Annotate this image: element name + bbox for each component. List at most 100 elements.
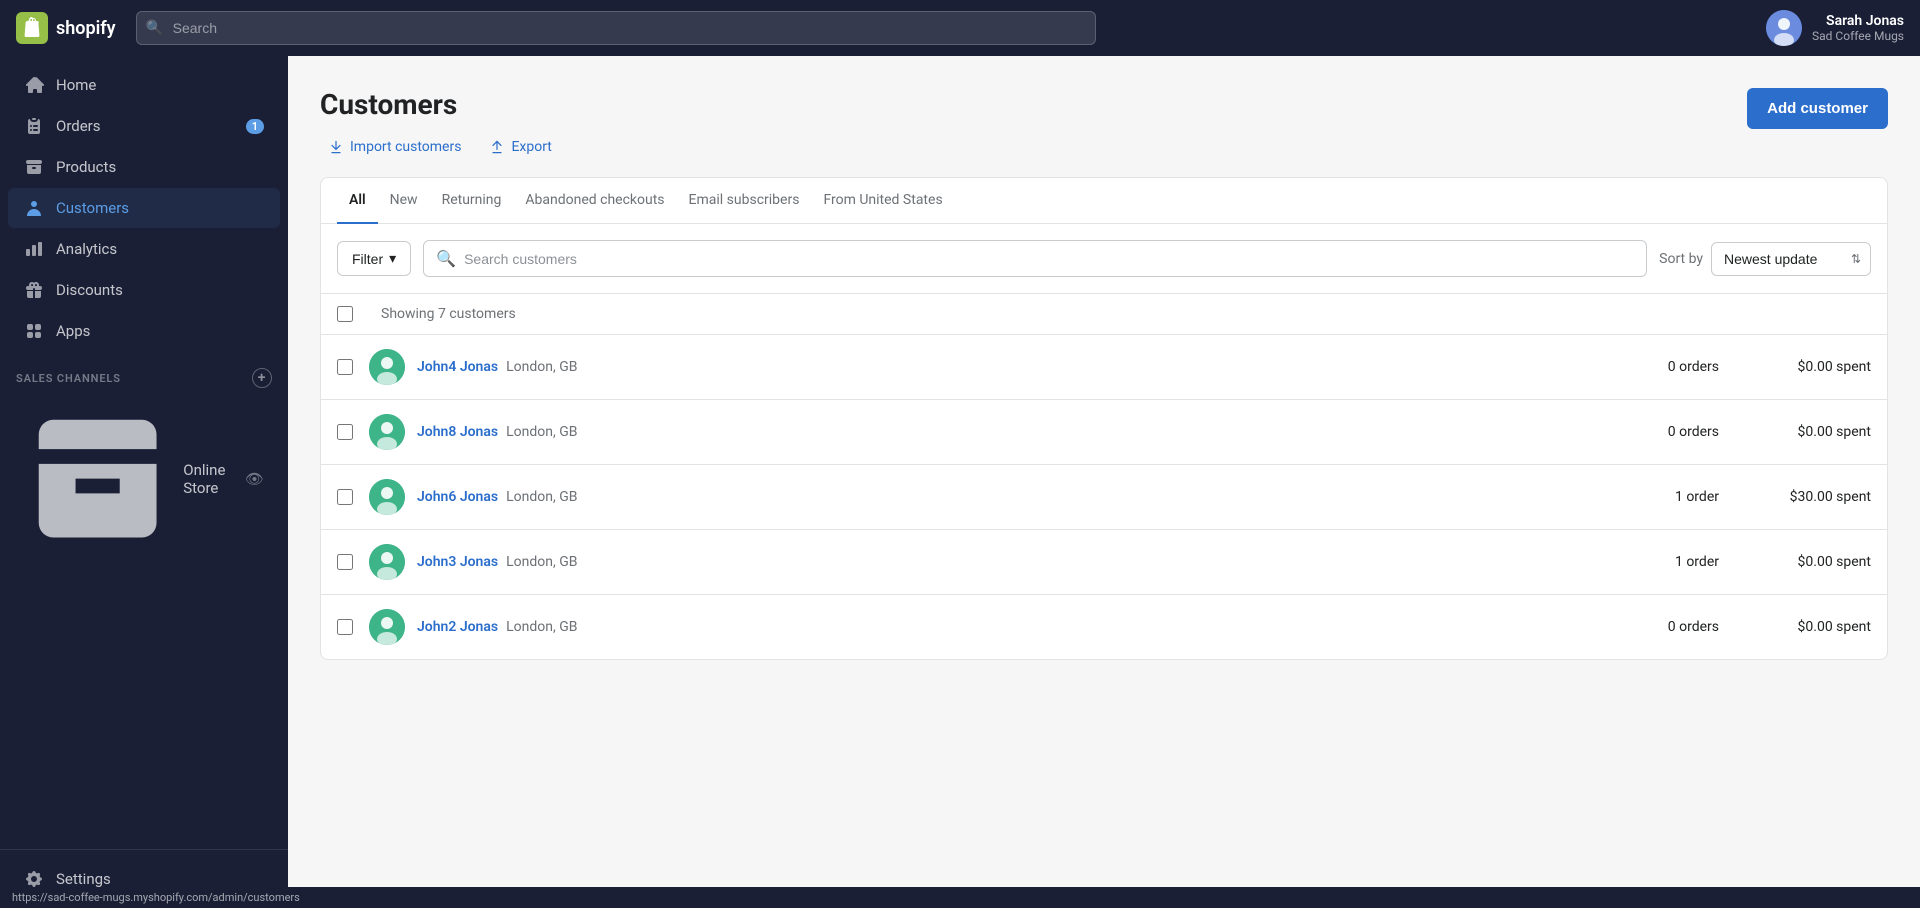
customer-avatar-john6	[369, 479, 405, 515]
customer-row-john2[interactable]: John2 Jonas London, GB 0 orders $0.00 sp…	[321, 594, 1887, 659]
sidebar-item-label-analytics: Analytics	[56, 240, 117, 258]
customer-orders-john8: 0 orders	[1631, 424, 1751, 440]
filter-label: Filter	[352, 251, 383, 267]
add-sales-channel-button[interactable]: +	[252, 368, 272, 388]
customer-avatar-john8	[369, 414, 405, 450]
page-title: Customers	[320, 88, 560, 121]
customer-name-john6: John6 Jonas	[417, 489, 498, 505]
avatar	[1766, 10, 1802, 46]
app-body: Home Orders 1 Products Customers Analyti…	[0, 56, 1920, 908]
sidebar-item-label-discounts: Discounts	[56, 281, 123, 299]
showing-count: Showing 7 customers	[381, 306, 516, 322]
sidebar-item-orders[interactable]: Orders 1	[8, 106, 280, 146]
apps-icon	[24, 321, 44, 341]
sidebar-item-customers[interactable]: Customers	[8, 188, 280, 228]
global-search-input[interactable]	[136, 11, 1096, 45]
customer-list: John4 Jonas London, GB 0 orders $0.00 sp…	[321, 334, 1887, 659]
tab-abandoned[interactable]: Abandoned checkouts	[513, 178, 676, 224]
export-icon	[489, 139, 505, 155]
settings-label: Settings	[56, 870, 111, 888]
customer-row-john3[interactable]: John3 Jonas London, GB 1 order $0.00 spe…	[321, 529, 1887, 594]
tab-all[interactable]: All	[337, 178, 378, 224]
customer-spent-john6: $30.00 spent	[1751, 489, 1871, 505]
customer-checkbox-john2[interactable]	[337, 619, 353, 635]
sidebar-item-online-store[interactable]: Online Store 👁	[8, 395, 280, 562]
customer-location-john2: London, GB	[506, 619, 577, 635]
top-nav: shopify 🔍 Sarah Jonas Sad Coffee Mugs	[0, 0, 1920, 56]
sidebar-item-discounts[interactable]: Discounts	[8, 270, 280, 310]
customer-spent-john2: $0.00 spent	[1751, 619, 1871, 635]
filter-row: Filter ▾ 🔍 Sort by Newest updateOldest u…	[321, 224, 1887, 294]
customer-spent-john8: $0.00 spent	[1751, 424, 1871, 440]
sort-select[interactable]: Newest updateOldest updateName A-ZName Z…	[1711, 242, 1871, 276]
page-header: Customers Import customers Export	[320, 88, 1888, 161]
customer-row-john6[interactable]: John6 Jonas London, GB 1 order $30.00 sp…	[321, 464, 1887, 529]
customer-checkbox-john3[interactable]	[337, 554, 353, 570]
status-bar: https://sad-coffee-mugs.myshopify.com/ad…	[0, 887, 1920, 908]
search-customers-input[interactable]	[464, 251, 1634, 267]
customer-checkbox-john6[interactable]	[337, 489, 353, 505]
sidebar-item-label-orders: Orders	[56, 117, 101, 135]
user-store: Sad Coffee Mugs	[1812, 29, 1904, 43]
tab-new[interactable]: New	[378, 178, 430, 224]
sidebar-item-products[interactable]: Products	[8, 147, 280, 187]
customer-orders-john2: 0 orders	[1631, 619, 1751, 635]
customer-orders-john3: 1 order	[1631, 554, 1751, 570]
sort-select-wrap: Newest updateOldest updateName A-ZName Z…	[1711, 242, 1871, 276]
logo-bag	[16, 12, 48, 44]
customer-checkbox-john8[interactable]	[337, 424, 353, 440]
customer-avatar-john2	[369, 609, 405, 645]
import-customers-link[interactable]: Import customers	[320, 133, 469, 161]
sidebar-item-apps[interactable]: Apps	[8, 311, 280, 351]
badge-orders: 1	[246, 119, 264, 134]
logo-text: shopify	[56, 18, 116, 39]
status-url: https://sad-coffee-mugs.myshopify.com/ad…	[12, 891, 300, 904]
sidebar-item-label-apps: Apps	[56, 322, 90, 340]
customer-name-john3: John3 Jonas	[417, 554, 498, 570]
customer-spent-john4: $0.00 spent	[1751, 359, 1871, 375]
filter-chevron-icon: ▾	[389, 250, 396, 267]
tab-email-subscribers[interactable]: Email subscribers	[677, 178, 812, 224]
showing-row: Showing 7 customers	[321, 294, 1887, 334]
tab-returning[interactable]: Returning	[430, 178, 514, 224]
home-icon	[24, 75, 44, 95]
tabs-row: AllNewReturningAbandoned checkoutsEmail …	[321, 178, 1887, 224]
sales-channels-section: SALES CHANNELS +	[0, 352, 288, 394]
sidebar-item-label-home: Home	[56, 76, 96, 94]
customers-icon	[24, 198, 44, 218]
user-name: Sarah Jonas	[1826, 13, 1904, 29]
customer-name-john4: John4 Jonas	[417, 359, 498, 375]
sales-channels-label: SALES CHANNELS	[16, 372, 121, 385]
user-info: Sarah Jonas Sad Coffee Mugs	[1812, 13, 1904, 43]
global-search-bar: 🔍	[136, 11, 1096, 45]
tab-from-us[interactable]: From United States	[811, 178, 954, 224]
customer-orders-john6: 1 order	[1631, 489, 1751, 505]
shopify-logo[interactable]: shopify	[16, 12, 116, 44]
sort-area: Sort by Newest updateOldest updateName A…	[1659, 242, 1871, 276]
customer-location-john8: London, GB	[506, 424, 577, 440]
customer-row-john4[interactable]: John4 Jonas London, GB 0 orders $0.00 sp…	[321, 334, 1887, 399]
filter-button[interactable]: Filter ▾	[337, 241, 411, 276]
search-customers-bar: 🔍	[423, 240, 1647, 277]
eye-icon[interactable]: 👁	[245, 470, 264, 488]
add-customer-button[interactable]: Add customer	[1747, 88, 1888, 129]
customer-checkbox-john4[interactable]	[337, 359, 353, 375]
customer-orders-john4: 0 orders	[1631, 359, 1751, 375]
customer-location-john3: London, GB	[506, 554, 577, 570]
page-header-left: Customers Import customers Export	[320, 88, 560, 161]
sidebar-item-analytics[interactable]: Analytics	[8, 229, 280, 269]
user-menu[interactable]: Sarah Jonas Sad Coffee Mugs	[1766, 10, 1904, 46]
sidebar-nav: Home Orders 1 Products Customers Analyti…	[0, 64, 288, 352]
sidebar: Home Orders 1 Products Customers Analyti…	[0, 56, 288, 908]
main-content: Customers Import customers Export	[288, 56, 1920, 908]
customer-row-john8[interactable]: John8 Jonas London, GB 0 orders $0.00 sp…	[321, 399, 1887, 464]
select-all-checkbox[interactable]	[337, 306, 353, 322]
export-link[interactable]: Export	[481, 133, 559, 161]
products-icon	[24, 157, 44, 177]
sort-label: Sort by	[1659, 251, 1703, 267]
search-customers-icon: 🔍	[436, 249, 456, 268]
orders-icon	[24, 116, 44, 136]
search-icon: 🔍	[146, 20, 163, 36]
sidebar-item-home[interactable]: Home	[8, 65, 280, 105]
analytics-icon	[24, 239, 44, 259]
